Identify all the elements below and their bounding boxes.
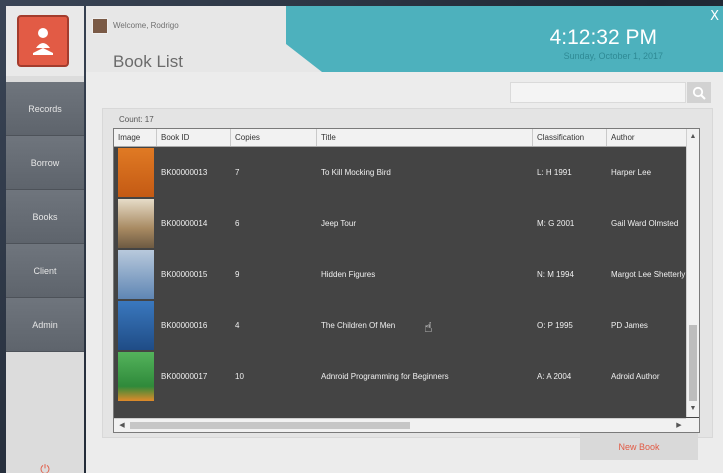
grid-rows: BK00000013 7 To Kill Mocking Bird L: H 1… [114, 147, 687, 402]
cover-cell [114, 250, 157, 299]
sidebar-item-label: Records [28, 103, 62, 114]
copies-cell: 9 [235, 270, 240, 279]
cover-cell [114, 352, 157, 401]
book-id-cell: BK00000013 [161, 168, 208, 177]
main-window: Welcome, Rodrigo X 4:12:32 PM Sunday, Oc… [86, 6, 723, 473]
book-cover-image [118, 250, 154, 299]
copies-cell: 7 [235, 168, 240, 177]
horizontal-scrollbar[interactable]: ◀ ▶ [114, 418, 687, 432]
column-header-copies[interactable]: Copies [231, 129, 317, 146]
title-cell: Jeep Tour [321, 219, 356, 228]
reader-icon [33, 28, 53, 55]
title-cell: To Kill Mocking Bird [321, 168, 391, 177]
cover-cell [114, 199, 157, 248]
avatar [92, 18, 108, 34]
table-row[interactable]: BK00000014 6 Jeep Tour M: G 2001 Gail Wa… [114, 198, 687, 249]
column-header-author[interactable]: Author [607, 129, 687, 146]
book-id-cell: BK00000017 [161, 372, 208, 381]
sidebar-item-label: Admin [32, 319, 58, 330]
sidebar-item-records[interactable]: Records [6, 82, 84, 136]
classification-cell: O: P 1995 [537, 321, 573, 330]
horizontal-scroll-thumb[interactable] [130, 422, 410, 429]
classification-cell: M: G 2001 [537, 219, 575, 228]
book-cover-image [118, 199, 154, 248]
app-logo [17, 15, 69, 67]
sidebar-item-label: Borrow [30, 157, 60, 168]
sidebar-item-borrow[interactable]: Borrow [6, 136, 84, 190]
cover-cell [114, 148, 157, 197]
copies-cell: 10 [235, 372, 244, 381]
classification-cell: L: H 1991 [537, 168, 572, 177]
book-grid: Image Book ID Copies Title Classificatio… [113, 128, 700, 433]
book-cover-image [118, 301, 154, 350]
scrollbar-corner [686, 418, 699, 432]
sidebar-item-books[interactable]: Books [6, 190, 84, 244]
author-cell: Harper Lee [611, 168, 652, 177]
classification-cell: N: M 1994 [537, 270, 574, 279]
column-header-book-id[interactable]: Book ID [157, 129, 231, 146]
scroll-down-icon[interactable]: ▼ [687, 403, 699, 415]
title-cell: Hidden Figures [321, 270, 376, 279]
vertical-scrollbar[interactable]: ▲ ▼ [686, 129, 699, 417]
classification-cell: A: A 2004 [537, 372, 572, 381]
sidebar-item-label: Books [32, 211, 58, 222]
vertical-scroll-thumb[interactable] [689, 325, 697, 401]
clock-date: Sunday, October 1, 2017 [563, 51, 663, 61]
hand-cursor-icon: ☝ [424, 320, 433, 336]
column-header-title[interactable]: Title [317, 129, 533, 146]
author-cell: Margot Lee Shetterly [611, 270, 686, 279]
sidebar-nav: Records Borrow Books Client Admin [6, 82, 84, 352]
title-cell: Adnroid Programming for Beginners [321, 372, 449, 381]
power-icon[interactable]: ⏻ [39, 463, 51, 473]
column-header-classification[interactable]: Classification [533, 129, 607, 146]
scroll-left-icon[interactable]: ◀ [116, 419, 128, 432]
grid-header: Image Book ID Copies Title Classificatio… [114, 129, 687, 147]
clock-time: 4:12:32 PM [549, 26, 657, 49]
sidebar: Records Borrow Books Client Admin ⏻ [6, 6, 84, 473]
search-button[interactable] [687, 82, 711, 103]
table-row[interactable]: BK00000017 10 Adnroid Programming for Be… [114, 351, 687, 402]
book-cover-image [118, 352, 154, 401]
book-cover-image [118, 148, 154, 197]
cover-cell [114, 301, 157, 350]
search-icon [692, 86, 706, 100]
record-count: Count: 17 [119, 115, 154, 124]
search-input[interactable] [510, 82, 686, 103]
book-id-cell: BK00000016 [161, 321, 208, 330]
new-book-button[interactable]: New Book [580, 433, 698, 460]
author-cell: Adroid Author [611, 372, 660, 381]
column-header-image[interactable]: Image [114, 129, 157, 146]
copies-cell: 4 [235, 321, 240, 330]
table-row[interactable]: BK00000016 4 The Children Of Men O: P 19… [114, 300, 687, 351]
table-row[interactable]: BK00000013 7 To Kill Mocking Bird L: H 1… [114, 147, 687, 198]
scroll-up-icon[interactable]: ▲ [687, 131, 699, 143]
welcome-text: Welcome, Rodrigo [113, 21, 179, 30]
page-title: Book List [113, 52, 183, 71]
copies-cell: 6 [235, 219, 240, 228]
sidebar-item-admin[interactable]: Admin [6, 298, 84, 352]
sidebar-item-client[interactable]: Client [6, 244, 84, 298]
close-button[interactable]: X [710, 9, 719, 24]
author-cell: PD James [611, 321, 648, 330]
table-row[interactable]: BK00000015 9 Hidden Figures N: M 1994 Ma… [114, 249, 687, 300]
logo-area [6, 6, 84, 76]
sidebar-item-label: Client [33, 265, 57, 276]
book-id-cell: BK00000014 [161, 219, 208, 228]
scroll-right-icon[interactable]: ▶ [673, 419, 685, 432]
book-id-cell: BK00000015 [161, 270, 208, 279]
author-cell: Gail Ward Olmsted [611, 219, 679, 228]
